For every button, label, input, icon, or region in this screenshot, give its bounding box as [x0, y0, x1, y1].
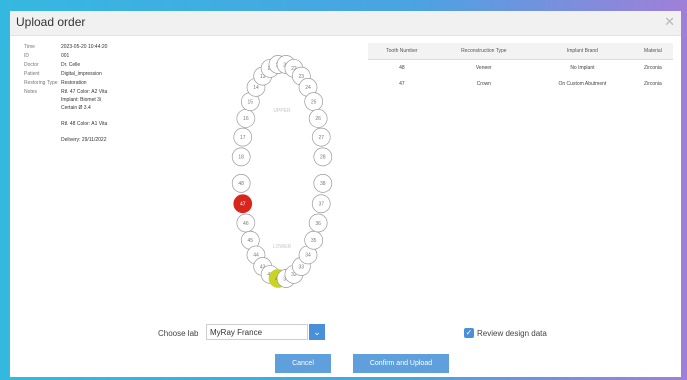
tooth-number: 14: [253, 85, 259, 91]
choose-lab-label: Choose lab: [158, 329, 199, 338]
info-row-restoring-type: Restoring Type Restoration: [24, 80, 174, 86]
dialog-title: Upload order: [16, 15, 86, 29]
note-gap: [61, 113, 174, 119]
info-row-time: Time 2023-05-20 10:44:20: [24, 44, 174, 50]
note-line: Delivery: 29/11/2022: [61, 137, 107, 143]
cancel-button[interactable]: Cancel: [275, 354, 331, 373]
info-label: Notes: [24, 89, 38, 95]
tooth-number: 17: [240, 135, 246, 141]
info-row-id: ID 001: [24, 53, 174, 59]
tooth-37[interactable]: 37: [311, 194, 331, 214]
tooth-number: 36: [315, 221, 321, 227]
tooth-number: 34: [305, 253, 311, 259]
tooth-number: 27: [318, 135, 324, 141]
cell-brand: No Implant: [570, 65, 595, 71]
tooth-number: 45: [248, 238, 254, 244]
info-label: Patient: [24, 71, 40, 77]
cell-material: Zirconia: [644, 81, 662, 87]
note-line: Rtl. 48 Color: A1 Vita: [61, 121, 108, 127]
col-reconstruction-type: Reconstruction Type: [435, 43, 532, 60]
tooth-25[interactable]: 25: [304, 92, 324, 112]
tooth-number: 35: [311, 238, 317, 244]
tooth-number: 47: [240, 202, 246, 208]
tooth-number: 25: [311, 99, 317, 105]
note-line: Rtl. 47 Color: A2 Vita: [61, 89, 108, 95]
close-icon[interactable]: ✕: [664, 14, 675, 30]
notes-text: Rtl. 47 Color: A2 Vita Implant: Biomet 3…: [61, 89, 174, 145]
col-tooth-number: Tooth Number: [368, 43, 436, 60]
tooth-18[interactable]: 18: [231, 147, 251, 167]
order-info-panel: Time 2023-05-20 10:44:20 ID 001 Doctor D…: [24, 44, 174, 148]
cell-brand: On Custom Abutment: [558, 81, 607, 87]
upload-order-dialog: Upload order ✕ Time 2023-05-20 10:44:20 …: [10, 11, 681, 377]
info-value: 2023-05-20 10:44:20: [61, 44, 108, 50]
col-implant-brand: Implant Brand: [531, 43, 633, 60]
info-row-patient: Patient Digital_impression: [24, 71, 174, 77]
tooth-26[interactable]: 26: [308, 109, 328, 128]
note-line: Implant: Biomet 3i: [61, 97, 102, 103]
tooth-35[interactable]: 35: [304, 230, 324, 250]
cell-type: Crown: [476, 81, 492, 87]
info-label: Time: [24, 44, 35, 50]
tooth-number: 18: [238, 155, 244, 161]
tooth-number: 24: [305, 85, 311, 91]
tooth-27[interactable]: 27: [311, 127, 331, 147]
tooth-number: 37: [318, 202, 324, 208]
tooth-number: 15: [248, 99, 254, 105]
cell-tooth: 48: [399, 65, 405, 71]
info-row-notes: Notes Rtl. 47 Color: A2 Vita Implant: Bi…: [24, 89, 174, 145]
info-label: Doctor: [24, 62, 39, 68]
tooth-46[interactable]: 46: [236, 213, 256, 233]
tooth-28[interactable]: 28: [313, 147, 333, 167]
tooth-47[interactable]: 47: [233, 194, 253, 214]
info-value: Restoration: [61, 80, 87, 86]
upper-jaw-label: UPPER: [273, 108, 291, 114]
title-bar: Upload order ✕: [10, 11, 681, 36]
confirm-upload-button[interactable]: Confirm and Upload: [353, 354, 449, 373]
tooth-number: 38: [320, 181, 326, 187]
lower-jaw-label: LOWER: [273, 244, 292, 250]
tooth-number: 26: [315, 116, 321, 122]
tooth-36[interactable]: 36: [308, 213, 328, 233]
tooth-38[interactable]: 38: [313, 174, 333, 193]
col-material: Material: [632, 43, 673, 60]
info-label: Restoring Type: [24, 80, 58, 86]
cell-material: Zirconia: [644, 65, 662, 71]
table-row[interactable]: 47 Crown On Custom Abutment Zirconia: [368, 76, 673, 92]
info-label: ID: [24, 53, 29, 59]
info-value: Dr. Celle: [61, 62, 81, 68]
note-gap: [61, 129, 174, 135]
window-frame: Upload order ✕ Time 2023-05-20 10:44:20 …: [0, 0, 687, 380]
tooth-number: 46: [243, 221, 249, 227]
note-line: Certain Ø 3.4: [61, 105, 91, 111]
review-design-label: Review design data: [477, 329, 547, 338]
tooth-16[interactable]: 16: [236, 109, 256, 128]
review-design-checkbox[interactable]: ✓: [464, 328, 474, 338]
cell-tooth: 47: [399, 81, 405, 87]
table-row[interactable]: 48 Veneer No Implant Zirconia: [368, 60, 673, 77]
tooth-number: 48: [238, 181, 244, 187]
chevron-down-icon[interactable]: ⌄: [309, 324, 325, 340]
order-table: Tooth Number Reconstruction Type Implant…: [368, 43, 673, 92]
info-value: Digital_impression: [61, 71, 102, 77]
tooth-17[interactable]: 17: [233, 127, 253, 147]
tooth-48[interactable]: 48: [231, 174, 251, 193]
tooth-number: 28: [320, 155, 326, 161]
tooth-chart-svg: 1817161514131211212223242526272848474645…: [231, 55, 333, 288]
lab-select[interactable]: MyRay France: [206, 324, 308, 340]
cell-type: Veneer: [475, 65, 492, 71]
info-row-doctor: Doctor Dr. Celle: [24, 62, 174, 68]
tooth-number: 16: [243, 116, 249, 122]
tooth-number: 44: [253, 253, 259, 259]
tooth-number: 33: [299, 264, 305, 270]
info-value: 001: [61, 53, 70, 59]
table-header-row: Tooth Number Reconstruction Type Implant…: [368, 43, 673, 60]
tooth-chart: 1817161514131211212223242526272848474645…: [215, 51, 350, 288]
tooth-number: 23: [299, 74, 305, 80]
